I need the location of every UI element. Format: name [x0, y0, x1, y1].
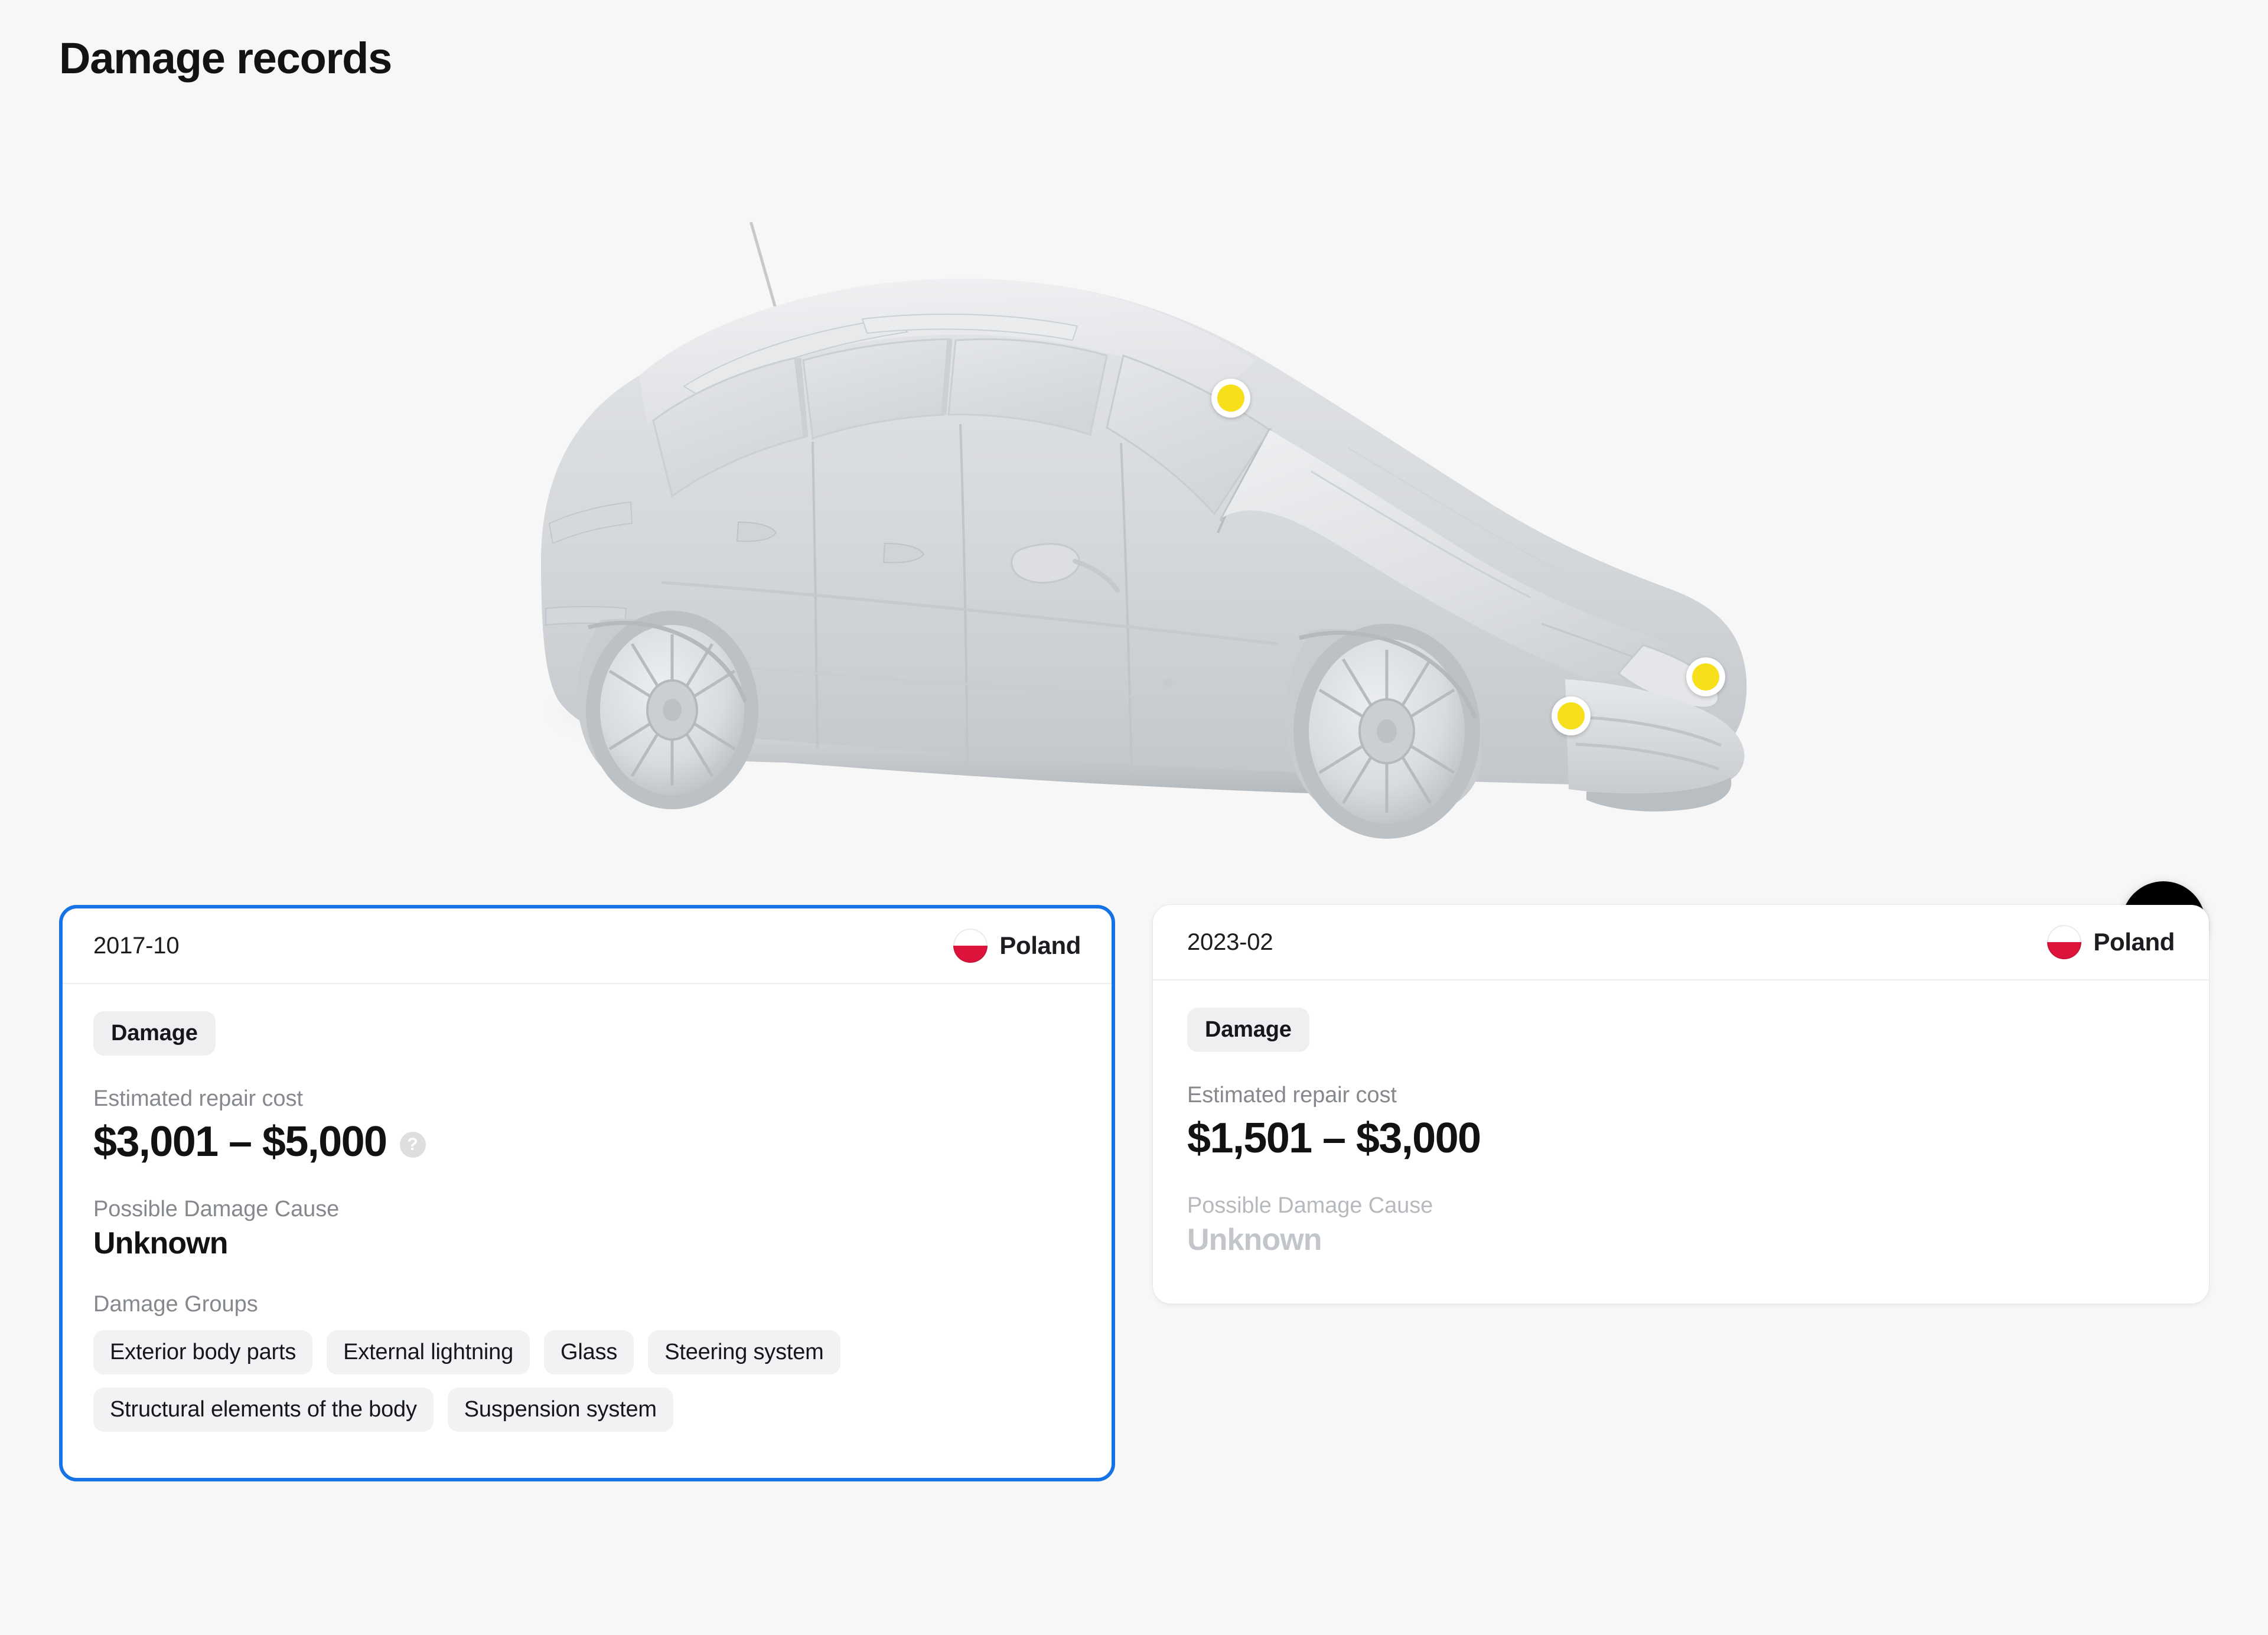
damage-cause-value: Unknown	[1187, 1223, 1322, 1257]
help-icon[interactable]: ?	[399, 1132, 426, 1158]
repair-cost-label: Estimated repair cost	[93, 1086, 303, 1111]
card-body: Damage Estimated repair cost $3,001 – $5…	[63, 984, 1112, 1478]
damage-record-card-2017-10[interactable]: 2017-10 Poland Damage Estimated repair c…	[59, 905, 1115, 1481]
poland-flag-icon	[2047, 925, 2082, 959]
repair-cost-value: $1,501 – $3,000	[1187, 1115, 1481, 1162]
repair-cost-row: $1,501 – $3,000	[1187, 1114, 2175, 1162]
marker-dot	[1692, 663, 1719, 691]
car-3d-viewer[interactable]	[0, 112, 2268, 965]
poland-flag-icon	[953, 929, 988, 963]
record-type-badge: Damage	[1187, 1008, 1309, 1052]
car-model-illustration	[541, 222, 1747, 839]
damage-cause-label: Possible Damage Cause	[93, 1197, 340, 1222]
damage-records-page: Damage records 2017-10 Poland Damage Est…	[0, 0, 2268, 1635]
damage-record-card-2023-02[interactable]: 2023-02 Poland Damage Estimated repair c…	[1153, 905, 2209, 1304]
damage-marker-front-bumper[interactable]	[1552, 696, 1591, 735]
damage-cause-value: Unknown	[93, 1226, 229, 1261]
damage-groups-label: Damage Groups	[93, 1292, 258, 1317]
record-type-badge: Damage	[93, 1011, 216, 1056]
marker-dot	[1557, 702, 1585, 729]
damage-group-chip[interactable]: Structural elements of the body	[93, 1388, 434, 1432]
country-name: Poland	[999, 932, 1081, 959]
record-date: 2023-02	[1187, 929, 1273, 955]
damage-records-list: 2017-10 Poland Damage Estimated repair c…	[59, 905, 2209, 1481]
country-name: Poland	[2093, 928, 2175, 956]
damage-group-chip[interactable]: External lightning	[327, 1330, 530, 1375]
country-badge: Poland	[2047, 925, 2175, 959]
damage-groups-list: Exterior body parts External lightning G…	[93, 1330, 1038, 1432]
repair-cost-value: $3,001 – $5,000	[93, 1118, 387, 1165]
record-date: 2017-10	[93, 932, 180, 959]
car-stage	[484, 148, 1795, 845]
page-title: Damage records	[59, 34, 392, 83]
repair-cost-label: Estimated repair cost	[1187, 1083, 1397, 1108]
damage-group-chip[interactable]: Glass	[544, 1330, 634, 1375]
card-header: 2017-10 Poland	[63, 908, 1112, 984]
damage-marker-front-right-corner[interactable]	[1686, 657, 1725, 696]
damage-marker-windshield[interactable]	[1211, 379, 1250, 418]
repair-cost-row: $3,001 – $5,000 ?	[93, 1118, 1081, 1166]
country-badge: Poland	[953, 929, 1081, 963]
damage-group-chip[interactable]: Exterior body parts	[93, 1330, 313, 1375]
damage-cause-label: Possible Damage Cause	[1187, 1193, 1433, 1218]
card-body: Damage Estimated repair cost $1,501 – $3…	[1153, 981, 2209, 1304]
card-header: 2023-02 Poland	[1153, 905, 2209, 981]
damage-group-chip[interactable]: Steering system	[648, 1330, 840, 1375]
damage-group-chip[interactable]: Suspension system	[447, 1388, 673, 1432]
marker-dot	[1217, 385, 1244, 412]
